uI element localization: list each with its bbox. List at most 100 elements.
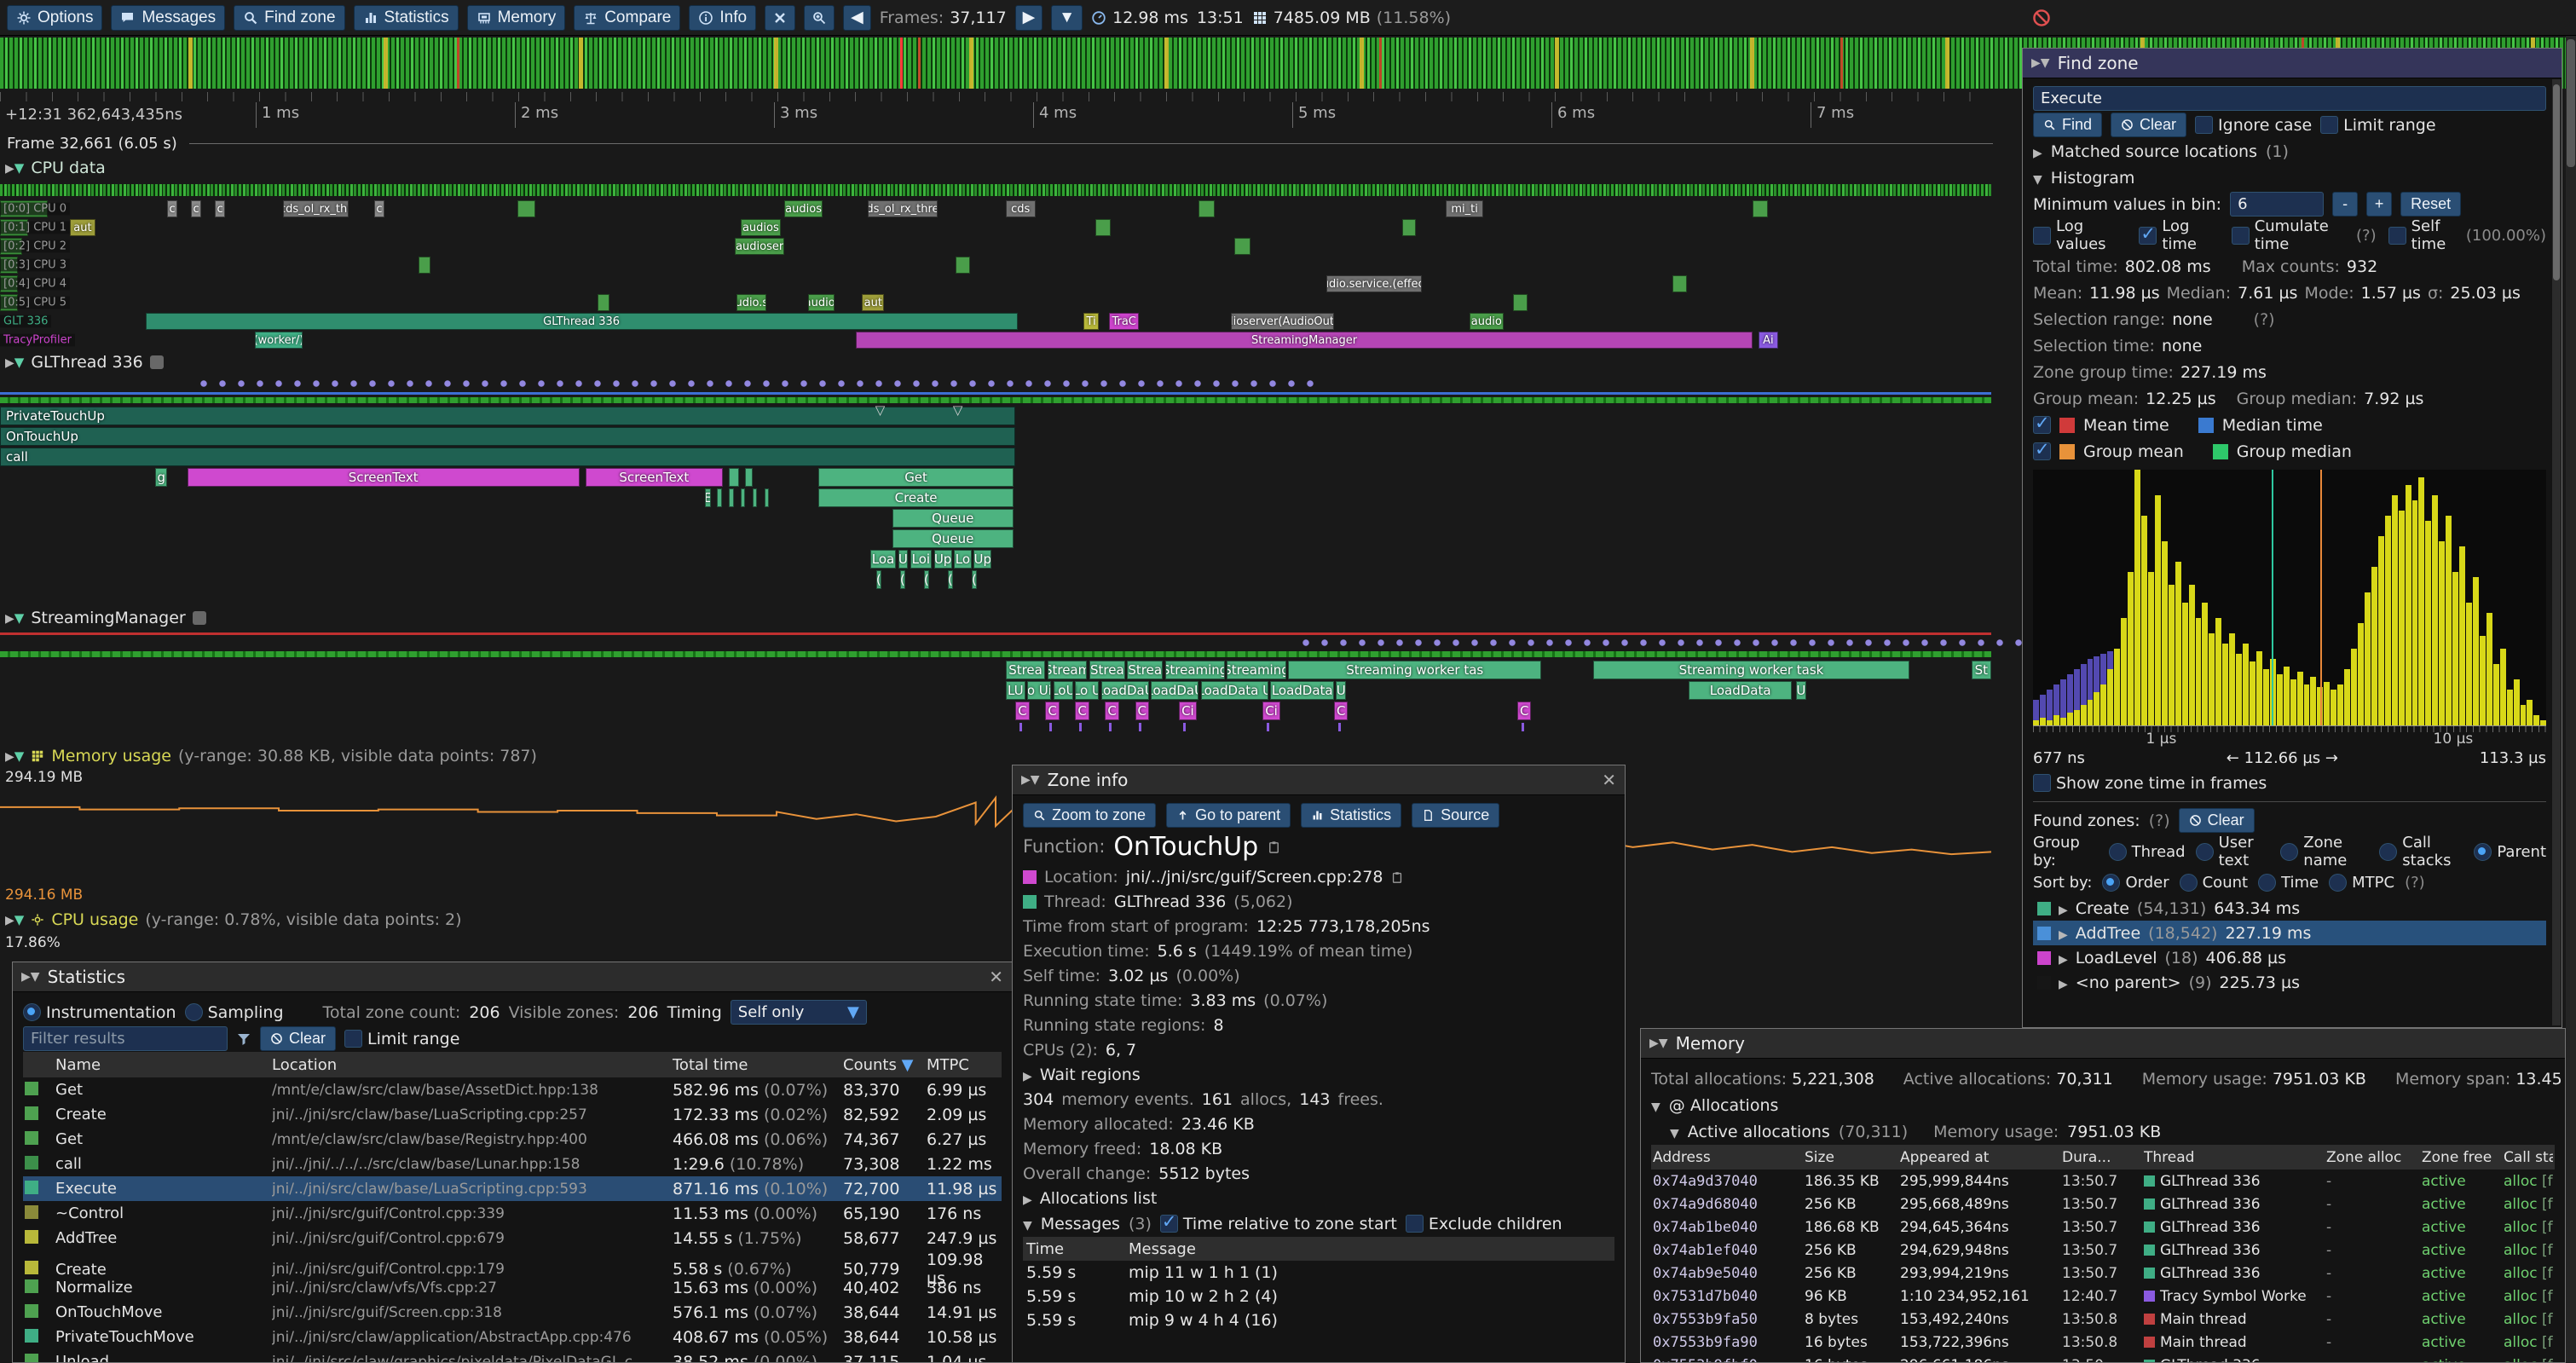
sampling-radio[interactable]: Sampling [185, 1003, 284, 1022]
statistics-title-bar[interactable]: ▼ Statistics ✕ [13, 962, 1012, 992]
col-zone-alloc[interactable]: Zone alloc [2326, 1149, 2422, 1166]
histogram-bar[interactable] [2521, 705, 2527, 725]
zone-statistics-button[interactable]: Statistics [1301, 803, 1401, 828]
zone-segment[interactable] [1672, 275, 1686, 292]
options-button[interactable]: Options [7, 5, 102, 31]
streamingmanager-header[interactable]: ▼ StreamingManager [5, 609, 206, 627]
histogram-bar[interactable] [2250, 661, 2255, 725]
zone-segment[interactable]: LoadData U [1201, 681, 1268, 700]
allocation-row[interactable]: 0x74ab1ef040 256 KB 294,629,948ns 13:50.… [1651, 1239, 2555, 1262]
zone-segment[interactable] [598, 294, 609, 311]
timing-combo[interactable]: Self only ▼ [731, 1000, 867, 1025]
group-by-radio[interactable]: Thread [2109, 834, 2186, 869]
message-row[interactable]: 5.59 s mip 11 w 1 h 1 (1) [1023, 1261, 1614, 1285]
table-row[interactable]: ~Control jni/../jni/src/guif/Control.cpp… [23, 1201, 1002, 1226]
zone-segment[interactable] [765, 488, 769, 507]
zone-segment[interactable]: Loi [910, 550, 933, 569]
histogram-bar[interactable] [2514, 679, 2520, 725]
memory-usage-plot[interactable] [0, 767, 1991, 885]
histogram-bar[interactable] [2439, 541, 2445, 725]
log-time-checkbox[interactable]: Log time [2139, 217, 2219, 253]
cpu-activity-strip[interactable] [0, 184, 1991, 196]
bin-plus-button[interactable]: + [2366, 192, 2392, 217]
histogram-bar[interactable] [2141, 516, 2147, 725]
table-row[interactable]: Create jni/../jni/src/claw/base/LuaScrip… [23, 1102, 1002, 1127]
zone-segment[interactable]: C [1045, 702, 1059, 720]
min-bin-input[interactable] [2230, 192, 2324, 217]
zone-group-row[interactable]: LoadLevel (18) 406.88 µs [2033, 945, 2546, 970]
time-relative-checkbox[interactable]: Time relative to zone start [1160, 1215, 1397, 1233]
find-zone-scrollbar[interactable] [2552, 79, 2561, 1025]
zone-segment[interactable] [753, 488, 757, 507]
histogram-bar[interactable] [2236, 654, 2242, 725]
scrollbar-thumb[interactable] [2553, 84, 2560, 280]
histogram-bar[interactable] [2148, 572, 2154, 725]
zone-segment[interactable] [729, 488, 734, 507]
clear-filter-button[interactable]: Clear [260, 1026, 336, 1051]
source-button[interactable]: Source [1412, 803, 1499, 828]
histogram-bar[interactable] [2114, 649, 2120, 725]
zone-segment[interactable]: LoadDaU [1151, 681, 1198, 700]
call-stack-cell[interactable]: alloc [free] [2504, 1265, 2553, 1282]
zone-segment[interactable]: aut [862, 294, 884, 311]
histogram-bar[interactable] [2310, 677, 2316, 725]
zone-segment[interactable]: ( [972, 570, 977, 589]
histogram-bar[interactable] [2392, 495, 2398, 725]
call-stack-cell[interactable]: alloc [free] [2504, 1219, 2553, 1236]
zone-segment[interactable]: Create [818, 488, 1014, 507]
zone-segment[interactable]: U [1796, 681, 1806, 700]
instrumentation-radio[interactable]: Instrumentation [23, 1003, 176, 1022]
zone-segment[interactable]: cds_ol_rx_thr [283, 200, 349, 217]
zone-segment[interactable] [745, 468, 753, 487]
histogram-bar[interactable] [2365, 592, 2371, 725]
zone-segment[interactable]: Ti [1083, 313, 1100, 330]
histogram-bar[interactable] [2121, 618, 2127, 725]
histogram-bar[interactable] [2493, 664, 2499, 725]
col-mtpc[interactable]: MTPC [927, 1056, 1000, 1074]
histogram-bar[interactable] [2337, 684, 2343, 725]
zone-segment[interactable]: U [898, 550, 909, 569]
zone-segment[interactable]: c [191, 200, 201, 217]
zoom-to-zone-button[interactable]: Zoom to zone [1023, 803, 1156, 828]
col-call-stack[interactable]: Call stack [2504, 1149, 2553, 1166]
zone-segment[interactable]: audio.service.(effect) [1326, 275, 1422, 292]
allocation-thread[interactable]: GLThread 336 [2144, 1196, 2326, 1213]
memory-button[interactable]: Memory [467, 5, 566, 31]
zone-segment[interactable]: Loa [870, 550, 896, 569]
zone-segment[interactable]: audio [1470, 313, 1504, 330]
cumulate-time-checkbox[interactable]: Cumulate time(?) [2232, 217, 2377, 253]
ignore-case-checkbox[interactable]: Ignore case [2195, 116, 2312, 135]
zone-segment[interactable]: Up [973, 550, 991, 569]
close-icon[interactable]: ✕ [989, 967, 1003, 987]
histogram-bar[interactable] [2399, 511, 2405, 725]
histogram-bar[interactable] [2215, 618, 2221, 725]
allocations-expander[interactable]: @ Allocations [1651, 1092, 2555, 1118]
sort-by-radio[interactable]: MTPC [2329, 874, 2394, 892]
histogram-bar[interactable] [2473, 577, 2479, 725]
zone-segment[interactable] [1095, 219, 1112, 236]
table-row[interactable]: Unload jni/../jni/src/claw/graphics/pixe… [23, 1349, 1002, 1363]
histogram-bar[interactable] [2155, 495, 2161, 725]
zone-segment[interactable]: Streaming worker task [1593, 661, 1909, 679]
zone-segment[interactable]: o Ui [1027, 681, 1051, 700]
histogram-bar[interactable] [2088, 700, 2094, 725]
group-by-radio[interactable]: Parent [2474, 834, 2546, 869]
zone-segment[interactable]: c [215, 200, 225, 217]
compare-button[interactable]: Compare [574, 5, 680, 31]
zone-segment[interactable] [1513, 294, 1527, 311]
col-zone-free[interactable]: Zone free [2422, 1149, 2504, 1166]
histogram-bar[interactable] [2128, 572, 2134, 725]
histogram-bar[interactable] [2452, 572, 2458, 725]
expander-open-icon[interactable] [1023, 1215, 1032, 1233]
clipboard-icon[interactable] [1390, 870, 1404, 884]
frame-dropdown-button[interactable]: ▼ [1051, 5, 1083, 31]
allocation-thread[interactable]: Main thread [2144, 1311, 2326, 1328]
histogram-bar[interactable] [2297, 672, 2303, 725]
allocation-thread[interactable]: Main thread [2144, 1334, 2326, 1351]
time-ruler[interactable]: +12:31 362,643,435ns 1 ms2 ms3 ms4 ms5 m… [0, 92, 1995, 133]
zone-segment[interactable]: Ci [1262, 702, 1280, 720]
histogram-bar[interactable] [2067, 713, 2073, 725]
sort-by-radio[interactable]: Count [2180, 874, 2248, 892]
bin-minus-button[interactable]: - [2332, 192, 2358, 217]
info-button[interactable]: Info [689, 5, 756, 31]
